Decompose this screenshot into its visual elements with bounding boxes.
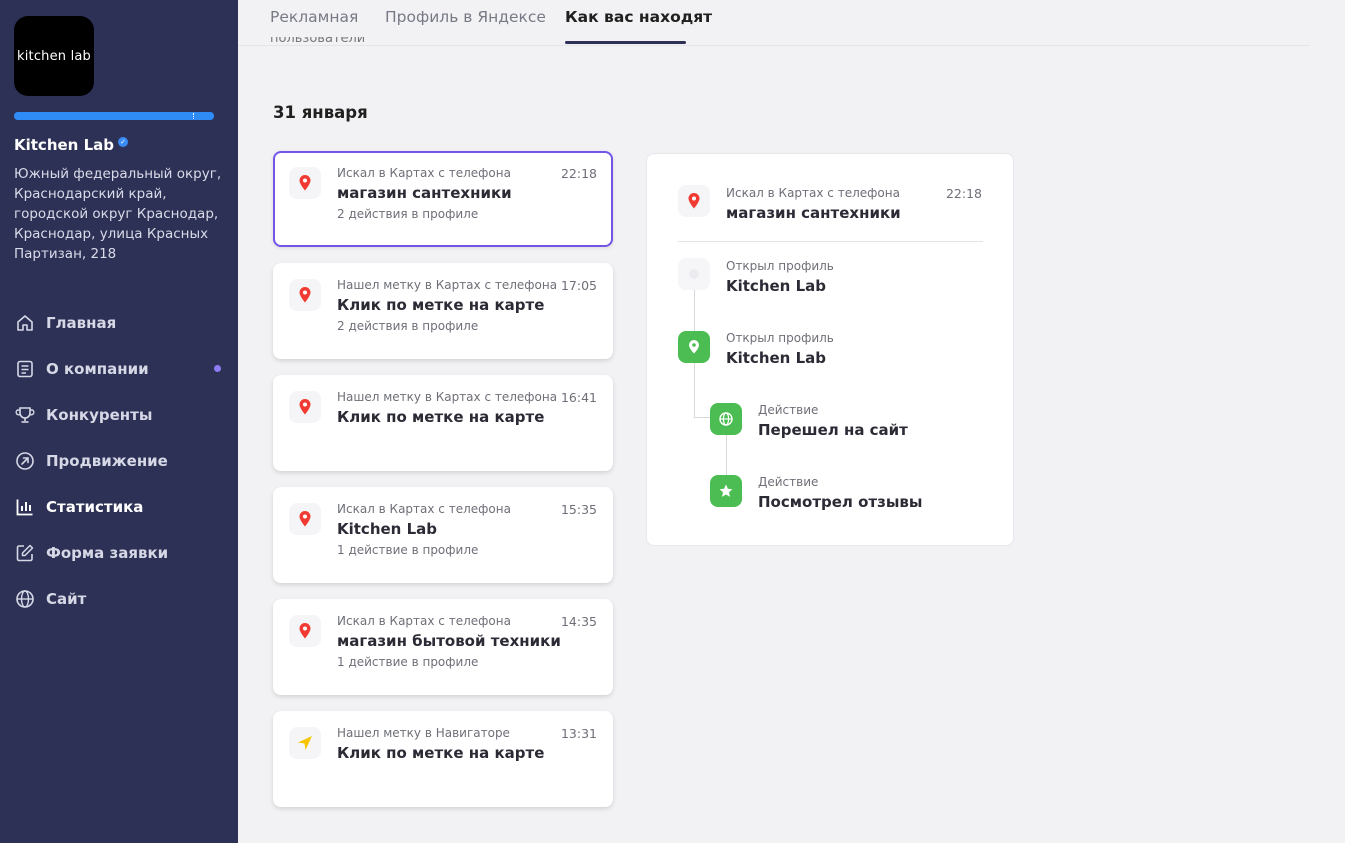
event-source: Искал в Картах с телефона bbox=[337, 166, 511, 180]
event-card[interactable]: Нашел метку в Картах с телефона 16:41 Кл… bbox=[273, 375, 613, 471]
timeline-connector bbox=[694, 417, 710, 418]
event-time: 13:31 bbox=[560, 726, 597, 741]
globe-icon bbox=[14, 588, 36, 610]
home-icon bbox=[14, 312, 36, 334]
event-title: Клик по метке на карте bbox=[337, 744, 545, 762]
tab-advertising[interactable]: Рекламная bbox=[270, 8, 358, 26]
event-actions-count: 1 действие в профиле bbox=[337, 543, 479, 557]
step-title: Kitchen Lab bbox=[726, 277, 826, 295]
statistics-tabs: Рекламная Профиль в Яндексе Как вас нахо… bbox=[238, 0, 1310, 46]
sidebar-item-site[interactable]: Сайт bbox=[0, 576, 238, 622]
event-card[interactable]: Нашел метку в Картах с телефона 17:05 Кл… bbox=[273, 263, 613, 359]
tab-yandex-profile[interactable]: Профиль в Яндексе bbox=[385, 8, 546, 26]
event-card[interactable]: Искал в Картах с телефона 14:35 магазин … bbox=[273, 599, 613, 695]
event-title: Клик по метке на карте bbox=[337, 408, 545, 426]
event-source: Нашел метку в Навигаторе bbox=[337, 726, 510, 740]
logo-text: kitchen lab bbox=[16, 48, 92, 64]
profile-completeness-bar bbox=[14, 112, 214, 120]
map-pin-green-icon bbox=[678, 331, 710, 363]
event-actions-count: 2 действия в профиле bbox=[337, 207, 479, 221]
bar-chart-icon bbox=[14, 496, 36, 518]
check-badge-icon: ✓ bbox=[118, 137, 128, 147]
globe-icon bbox=[710, 403, 742, 435]
map-pin-icon bbox=[289, 615, 321, 647]
sidebar-item-home[interactable]: Главная bbox=[0, 300, 238, 346]
star-icon bbox=[710, 475, 742, 507]
navigator-arrow-icon bbox=[289, 727, 321, 759]
sidebar-item-promotion[interactable]: Продвижение bbox=[0, 438, 238, 484]
map-pin-icon bbox=[289, 167, 321, 199]
active-tab-indicator bbox=[565, 41, 686, 44]
sidebar-item-label: Сайт bbox=[46, 590, 87, 608]
detail-time: 22:18 bbox=[945, 186, 982, 201]
sidebar-item-label: Продвижение bbox=[46, 452, 168, 470]
step-label: Открыл профиль bbox=[726, 259, 834, 273]
sidebar-item-label: Форма заявки bbox=[46, 544, 169, 562]
divider bbox=[678, 241, 983, 242]
sidebar-item-request-form[interactable]: Форма заявки bbox=[0, 530, 238, 576]
event-card[interactable]: Искал в Картах с телефона 22:18 магазин … bbox=[273, 151, 613, 247]
event-detail-panel: Искал в Картах с телефона 22:18 магазин … bbox=[646, 153, 1014, 546]
sidebar-item-label: Конкуренты bbox=[46, 406, 153, 424]
company-logo[interactable]: kitchen lab bbox=[14, 16, 94, 96]
detail-query: магазин сантехники bbox=[726, 204, 901, 222]
event-title: магазин сантехники bbox=[337, 184, 512, 202]
sidebar-item-label: Статистика bbox=[46, 498, 144, 516]
sidebar: kitchen lab Kitchen Lab ✓ Южный федераль… bbox=[0, 0, 238, 843]
step-title: Перешел на сайт bbox=[758, 421, 908, 439]
map-pin-icon bbox=[289, 279, 321, 311]
sidebar-item-statistics[interactable]: Статистика bbox=[0, 484, 238, 530]
map-pin-icon bbox=[289, 503, 321, 535]
event-card[interactable]: Искал в Картах с телефона 15:35 Kitchen … bbox=[273, 487, 613, 583]
event-actions-count: 2 действия в профиле bbox=[337, 319, 479, 333]
trophy-icon bbox=[14, 404, 36, 426]
company-name[interactable]: Kitchen Lab ✓ bbox=[14, 136, 128, 154]
edit-form-icon bbox=[14, 542, 36, 564]
event-time: 15:35 bbox=[560, 502, 597, 517]
event-time: 17:05 bbox=[560, 278, 597, 293]
event-source: Искал в Картах с телефона bbox=[337, 502, 511, 516]
profile-faint-icon bbox=[678, 258, 710, 290]
tab-how-found[interactable]: Как вас находят bbox=[565, 8, 712, 26]
document-icon bbox=[14, 358, 36, 380]
event-actions-count: 1 действие в профиле bbox=[337, 655, 479, 669]
arrow-circle-icon bbox=[14, 450, 36, 472]
timeline-connector bbox=[694, 363, 695, 417]
company-address: Южный федеральный округ, Краснодарский к… bbox=[14, 166, 222, 262]
step-title: Kitchen Lab bbox=[726, 349, 826, 367]
sidebar-item-label: О компании bbox=[46, 360, 149, 378]
map-pin-icon bbox=[289, 391, 321, 423]
detail-source: Искал в Картах с телефона bbox=[726, 186, 900, 200]
event-time: 22:18 bbox=[560, 166, 597, 181]
map-pin-icon bbox=[678, 185, 710, 217]
step-label: Действие bbox=[758, 475, 819, 489]
event-title: Kitchen Lab bbox=[337, 520, 437, 538]
step-label: Открыл профиль bbox=[726, 331, 834, 345]
event-source: Искал в Картах с телефона bbox=[337, 614, 511, 628]
event-title: магазин бытовой техники bbox=[337, 632, 561, 650]
sidebar-nav: Главная О компании Конкуренты Продвижени… bbox=[0, 300, 238, 622]
event-time: 14:35 bbox=[560, 614, 597, 629]
sidebar-item-label: Главная bbox=[46, 314, 117, 332]
step-title: Посмотрел отзывы bbox=[758, 493, 923, 511]
event-time: 16:41 bbox=[560, 390, 597, 405]
company-name-text: Kitchen Lab bbox=[14, 136, 114, 154]
step-label: Действие bbox=[758, 403, 819, 417]
scrolled-text-fragment: пользователи bbox=[270, 37, 366, 46]
event-title: Клик по метке на карте bbox=[337, 296, 545, 314]
event-card[interactable]: Нашел метку в Навигаторе 13:31 Клик по м… bbox=[273, 711, 613, 807]
notification-dot bbox=[214, 365, 221, 372]
sidebar-item-competitors[interactable]: Конкуренты bbox=[0, 392, 238, 438]
event-source: Нашел метку в Картах с телефона bbox=[337, 278, 558, 292]
event-source: Нашел метку в Картах с телефона bbox=[337, 390, 558, 404]
date-heading: 31 января bbox=[273, 103, 368, 122]
sidebar-item-about[interactable]: О компании bbox=[0, 346, 238, 392]
timeline-connector bbox=[726, 435, 727, 475]
timeline-connector bbox=[694, 290, 695, 331]
